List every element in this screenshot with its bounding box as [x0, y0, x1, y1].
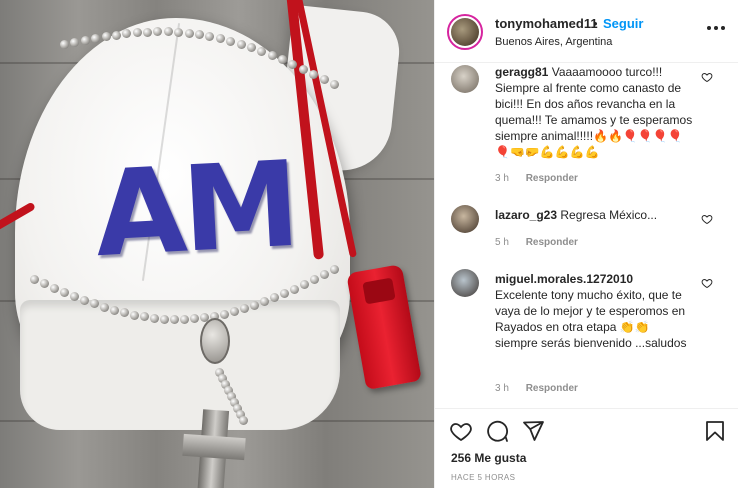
commenter-avatar[interactable] — [451, 65, 479, 93]
comment-time: 3 h — [495, 383, 509, 394]
comment-icon[interactable] — [485, 419, 509, 443]
rosary-bead — [184, 28, 194, 38]
post-header: tonymohamed11 • Seguir Buenos Aires, Arg… — [435, 0, 738, 63]
rosary-bead — [267, 50, 277, 60]
rosary-bead — [309, 69, 319, 79]
heart-icon[interactable] — [449, 419, 473, 443]
share-icon[interactable] — [521, 419, 545, 443]
rosary-cross — [182, 433, 246, 461]
rosary-bead — [239, 416, 248, 425]
rosary-bead — [310, 275, 319, 285]
rosary-bead — [319, 74, 329, 84]
rosary-bead — [80, 35, 90, 45]
owner-avatar[interactable] — [447, 14, 483, 50]
rosary-bead — [330, 265, 339, 274]
rosary-bead — [290, 284, 299, 294]
rosary-bead — [30, 275, 39, 284]
rosary-bead — [100, 302, 109, 312]
like-comment-icon[interactable] — [701, 213, 713, 225]
likes-count[interactable]: 256 Me gusta — [451, 451, 526, 465]
rosary-bead — [320, 270, 329, 280]
post-location[interactable]: Buenos Aires, Argentina — [495, 36, 612, 48]
separator-dot: • — [593, 16, 598, 31]
post-timestamp[interactable]: HACE 5 HORAS — [451, 473, 515, 482]
rosary-bead — [215, 33, 225, 43]
rosary-bead — [60, 287, 69, 297]
commenter-avatar[interactable] — [451, 269, 479, 297]
rosary-bead — [195, 30, 204, 39]
rosary-bead — [180, 315, 189, 324]
owner-username[interactable]: tonymohamed11 — [495, 16, 598, 31]
comments-list[interactable]: geragg81 Vaaaamoooo turco!!! Siempre al … — [435, 63, 738, 408]
rosary-bead — [160, 314, 169, 324]
post-actions: 256 Me gusta HACE 5 HORAS — [435, 408, 738, 488]
rosary-bead — [50, 283, 59, 293]
rosary-bead — [132, 28, 142, 38]
comment-time: 5 h — [495, 237, 509, 248]
rosary-bead — [174, 27, 184, 37]
comment-text-block: geragg81 Vaaaamoooo turco!!! Siempre al … — [495, 64, 695, 160]
rosary-bead — [236, 39, 246, 49]
rosary-bead — [91, 33, 101, 43]
like-comment-icon[interactable] — [701, 277, 713, 289]
rosary-bead — [170, 315, 179, 325]
follow-button[interactable]: Seguir — [603, 16, 643, 31]
rosary-bead — [150, 313, 159, 323]
commenter-username[interactable]: miguel.morales.1272010 — [495, 272, 633, 286]
rosary-bead — [330, 80, 339, 89]
reply-button[interactable]: Responder — [526, 237, 578, 248]
rosary-bead — [220, 309, 229, 319]
commenter-username[interactable]: geragg81 — [495, 65, 548, 79]
reply-button[interactable]: Responder — [526, 383, 578, 394]
rosary-bead — [70, 37, 80, 47]
comment-time: 3 h — [495, 173, 509, 184]
rosary-bead — [60, 40, 69, 49]
comment-meta: 5 h Responder — [495, 237, 592, 248]
comment-meta: 3 h Responder — [495, 383, 592, 394]
rosary-bead — [226, 36, 236, 46]
like-comment-icon[interactable] — [701, 71, 713, 83]
cap-logo: AM — [91, 134, 300, 284]
rosary-bead — [143, 27, 153, 37]
rosary-bead — [246, 43, 256, 52]
reply-button[interactable]: Responder — [526, 173, 578, 184]
comment-text: Regresa México... — [560, 208, 658, 222]
comment-text: Excelente tony mucho éxito, que te vaya … — [495, 288, 687, 350]
rosary-bead — [101, 32, 111, 42]
comment-meta: 3 h Responder — [495, 173, 592, 184]
rosary-bead — [130, 310, 139, 320]
rosary-medal — [200, 318, 230, 364]
rosary-bead — [110, 305, 119, 315]
commenter-avatar[interactable] — [451, 205, 479, 233]
comment-text-block: lazaro_g23 Regresa México... — [495, 207, 695, 223]
more-horizontal-icon[interactable] — [707, 22, 727, 34]
rosary-bead — [70, 291, 79, 301]
rosary-bead — [298, 64, 308, 74]
comment-text: Vaaaamoooo turco!!! Siempre al frente co… — [495, 65, 693, 159]
bookmark-icon[interactable] — [703, 419, 727, 443]
rosary-bead — [300, 279, 309, 289]
rosary-bead — [80, 295, 89, 305]
post-side-panel: tonymohamed11 • Seguir Buenos Aires, Arg… — [434, 0, 738, 488]
comment-text-block: miguel.morales.1272010 Excelente tony mu… — [495, 271, 695, 351]
post-photo[interactable]: AM — [0, 0, 434, 488]
commenter-username[interactable]: lazaro_g23 — [495, 208, 557, 222]
rosary-bead — [111, 30, 121, 40]
